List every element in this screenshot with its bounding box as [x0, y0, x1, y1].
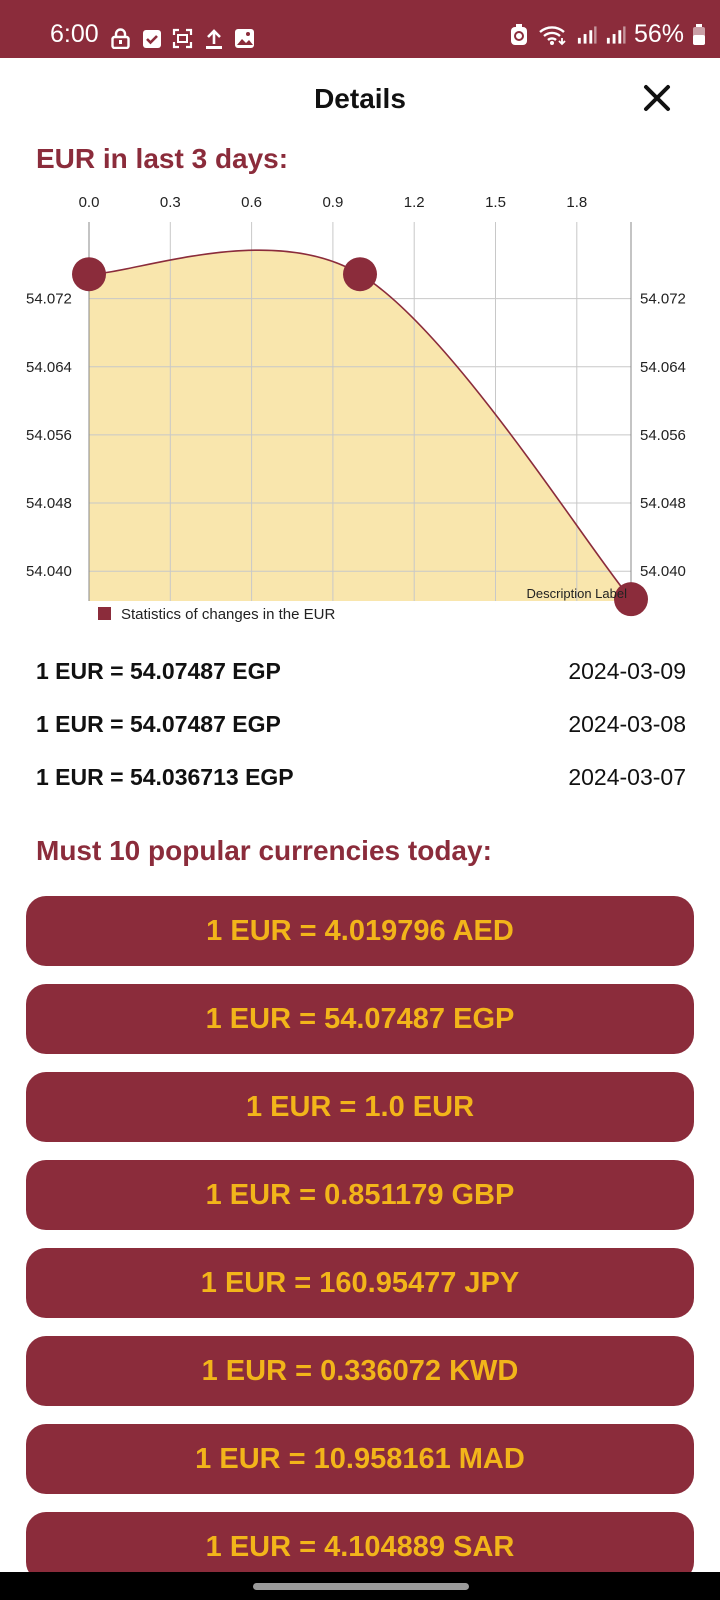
- rate-date: 2024-03-09: [568, 658, 686, 684]
- checkbox-icon: [141, 28, 162, 49]
- currency-button-aed[interactable]: 1 EUR = 4.019796 AED: [26, 896, 694, 966]
- battery-icon: [692, 23, 706, 45]
- y-tick-label-left: 54.056: [26, 427, 72, 444]
- x-tick-label: 1.2: [404, 194, 425, 211]
- upload-icon: [203, 28, 224, 49]
- rate-date: 2024-03-08: [568, 711, 686, 737]
- y-tick-label-left: 54.048: [26, 495, 72, 512]
- currency-button-label: 1 EUR = 54.07487 EGP: [205, 1002, 515, 1035]
- y-tick-label-right: 54.048: [640, 495, 686, 512]
- rate-row: 1 EUR = 54.07487 EGP 2024-03-08: [36, 705, 686, 745]
- status-icons-left: [110, 28, 255, 49]
- x-tick-label: 0.6: [241, 194, 262, 211]
- app-header: Details: [0, 58, 720, 140]
- currency-button-jpy[interactable]: 1 EUR = 160.95477 JPY: [26, 1248, 694, 1318]
- x-tick-label: 0.9: [322, 194, 343, 211]
- y-tick-label-right: 54.064: [640, 359, 686, 376]
- x-tick-label: 0.3: [160, 194, 181, 211]
- currency-button-label: 1 EUR = 4.104889 SAR: [205, 1530, 515, 1563]
- page-title: Details: [314, 83, 406, 114]
- status-time: 6:00: [50, 20, 99, 48]
- status-bar: 6:00 56%: [0, 0, 720, 58]
- currency-button-gbp[interactable]: 1 EUR = 0.851179 GBP: [26, 1160, 694, 1230]
- currency-button-label: 1 EUR = 160.95477 JPY: [200, 1266, 520, 1299]
- navigation-bar: [0, 1572, 720, 1600]
- legend-swatch: [98, 607, 111, 620]
- currency-button-eur[interactable]: 1 EUR = 1.0 EUR: [26, 1072, 694, 1142]
- chart-svg: 0.0 0.3 0.6 0.9 1.2 1.5 1.8 54.040 54.040 54.048 5…: [26, 194, 686, 623]
- lock-icon: [110, 28, 131, 49]
- currency-button-egp[interactable]: 1 EUR = 54.07487 EGP: [26, 984, 694, 1054]
- history-chart: 0.0 0.3 0.6 0.9 1.2 1.5 1.8 54.040 54.040 54.048 5…: [0, 180, 720, 630]
- rate-value: 1 EUR = 54.036713 EGP: [36, 764, 294, 790]
- status-icons-right: 56%: [509, 22, 706, 47]
- y-tick-label-right: 54.056: [640, 427, 686, 444]
- chart-description: Description Label: [527, 586, 628, 601]
- currency-button-label: 1 EUR = 0.851179 GBP: [205, 1178, 515, 1211]
- close-button[interactable]: [642, 83, 672, 113]
- battery-percentage: 56%: [633, 20, 684, 48]
- y-tick-label-left: 54.040: [26, 563, 72, 580]
- rate-date: 2024-03-07: [568, 764, 686, 790]
- currency-button-kwd[interactable]: 1 EUR = 0.336072 KWD: [26, 1336, 694, 1406]
- rate-value: 1 EUR = 54.07487 EGP: [36, 711, 281, 737]
- data-point: [343, 257, 377, 292]
- battery-saver-icon: [509, 23, 530, 45]
- x-tick-label: 1.5: [485, 194, 506, 211]
- currency-button-label: 1 EUR = 10.958161 MAD: [195, 1442, 525, 1475]
- rate-row: 1 EUR = 54.07487 EGP 2024-03-09: [36, 652, 686, 692]
- rate-value: 1 EUR = 54.07487 EGP: [36, 658, 281, 684]
- close-icon: [644, 85, 670, 111]
- signal-icon: [576, 24, 597, 45]
- history-title: EUR in last 3 days:: [36, 143, 289, 174]
- currency-button-label: 1 EUR = 0.336072 KWD: [201, 1354, 519, 1387]
- home-handle[interactable]: [253, 1583, 469, 1590]
- y-tick-label-right: 54.072: [640, 291, 686, 308]
- rate-row: 1 EUR = 54.036713 EGP 2024-03-07: [36, 758, 686, 798]
- currency-button-mad[interactable]: 1 EUR = 10.958161 MAD: [26, 1424, 694, 1494]
- legend-label: Statistics of changes in the EUR: [121, 606, 335, 623]
- y-tick-label-right: 54.040: [640, 563, 686, 580]
- currency-button-label: 1 EUR = 4.019796 AED: [206, 914, 514, 947]
- x-tick-label: 0.0: [79, 194, 100, 211]
- currency-button-label: 1 EUR = 1.0 EUR: [245, 1090, 475, 1123]
- gallery-icon: [234, 28, 255, 49]
- data-point: [72, 257, 106, 292]
- signal-icon: [605, 24, 626, 45]
- x-tick-label: 1.8: [566, 194, 587, 211]
- screenshot-icon: [172, 28, 193, 49]
- wifi-icon: [538, 24, 568, 45]
- y-tick-label-left: 54.072: [26, 291, 72, 308]
- y-tick-label-left: 54.064: [26, 359, 72, 376]
- popular-title: Must 10 popular currencies today:: [36, 835, 492, 866]
